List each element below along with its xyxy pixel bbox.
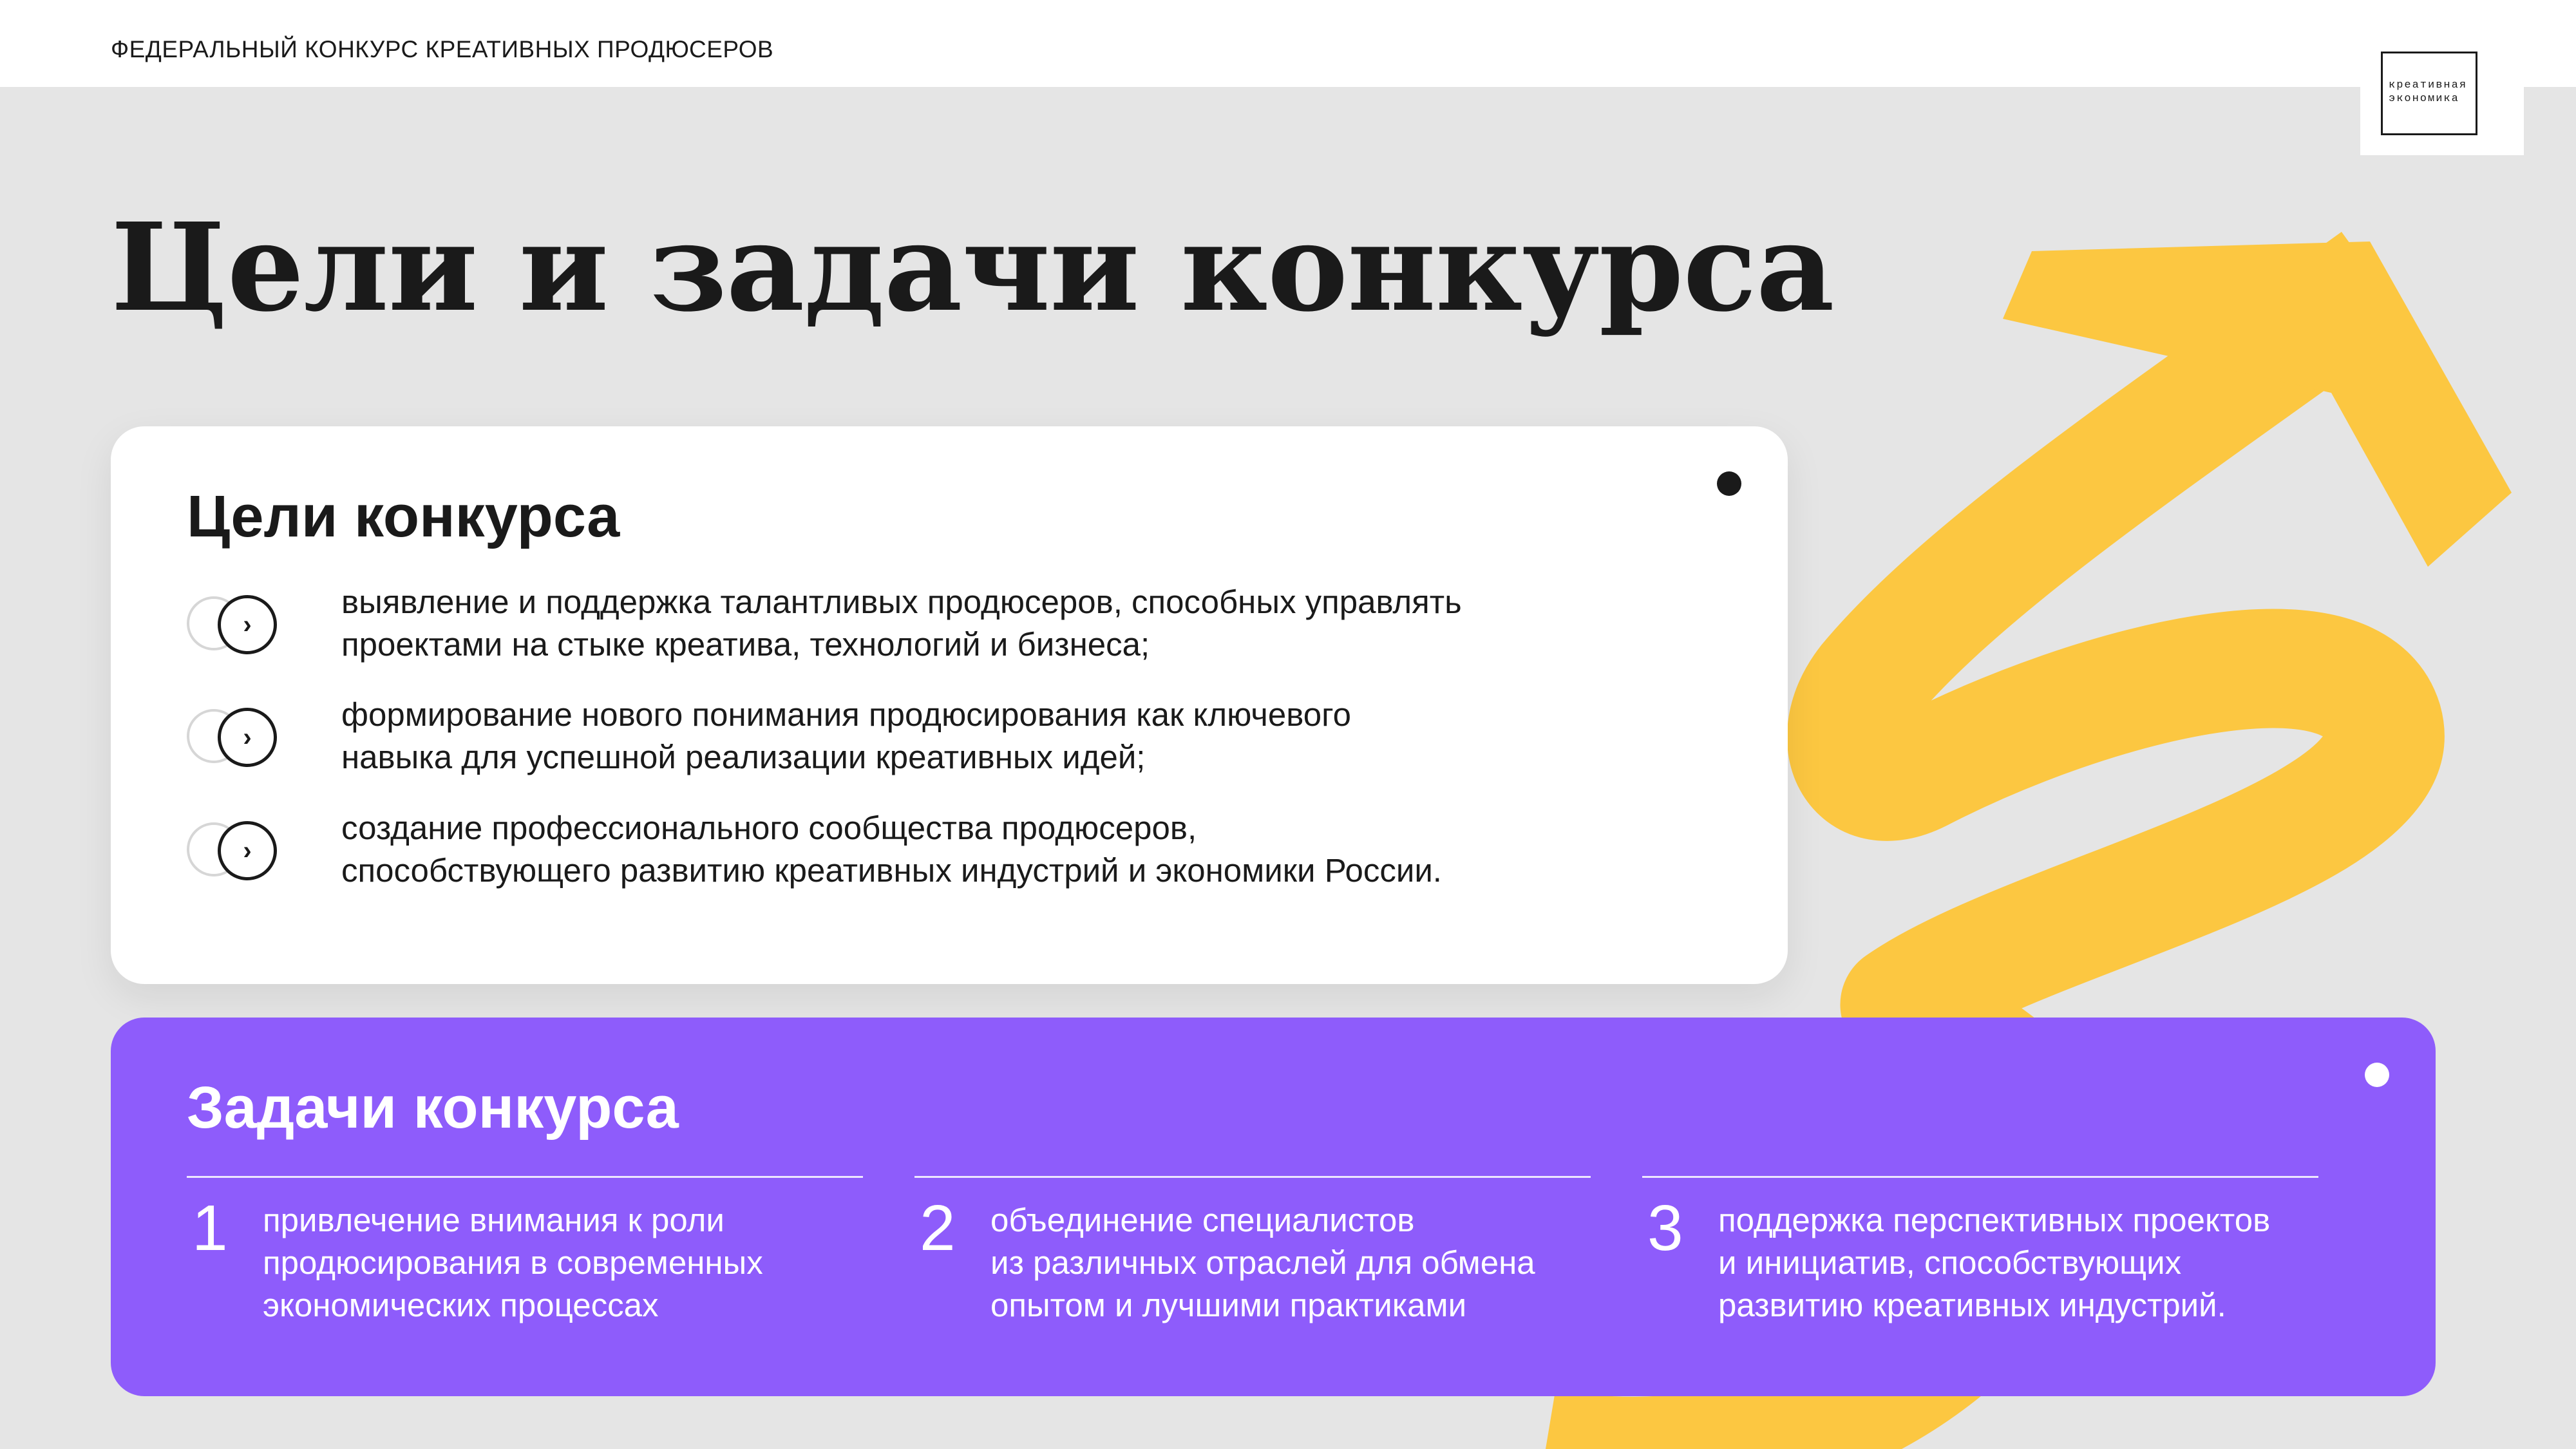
- task-text-line: и инициатив, способствующих: [1718, 1244, 2182, 1281]
- tasks-heading: Задачи конкурса: [187, 1075, 679, 1141]
- dot-icon: [1717, 471, 1741, 496]
- task-text-line: из различных отраслей для обмена: [990, 1244, 1535, 1281]
- goal-text-line: выявление и поддержка талантливых продюс…: [341, 583, 1462, 620]
- goals-heading: Цели конкурса: [187, 484, 620, 549]
- bullet-ring-front: ›: [218, 595, 277, 654]
- goal-text-line: навыка для успешной реализации креативны…: [341, 739, 1146, 775]
- dot-icon: [2365, 1063, 2389, 1087]
- bullet-ring-front: ›: [218, 821, 277, 880]
- task-text: привлечение внимания к роли продюсирован…: [263, 1199, 862, 1327]
- tasks-card: Задачи конкурса 1 привлечение внимания к…: [111, 1018, 2436, 1396]
- task-number: 2: [920, 1192, 956, 1264]
- goal-text-line: способствующего развитию креативных инду…: [341, 852, 1442, 889]
- task-text-line: привлечение внимания к роли: [263, 1202, 724, 1238]
- goal-text-line: создание профессионального сообщества пр…: [341, 810, 1197, 846]
- task-divider: [1642, 1176, 2318, 1178]
- task-text: поддержка перспективных проектов и иници…: [1718, 1199, 2317, 1327]
- chevron-right-icon: ›: [187, 594, 283, 656]
- goals-card: Цели конкурса › выявление и поддержка та…: [111, 426, 1788, 984]
- goal-text: создание профессионального сообщества пр…: [341, 807, 1726, 892]
- goal-text: формирование нового понимания продюсиров…: [341, 694, 1726, 779]
- task-text-line: поддержка перспективных проектов: [1718, 1202, 2271, 1238]
- task-number: 3: [1647, 1192, 1683, 1264]
- task-text-line: продюсирования в современных: [263, 1244, 763, 1281]
- task-text-line: развитию креативных индустрий.: [1718, 1287, 2226, 1323]
- task-text: объединение специалистов из различных от…: [990, 1199, 1589, 1327]
- task-text-line: объединение специалистов: [990, 1202, 1415, 1238]
- page-title: Цели и задачи конкурса: [111, 196, 1835, 339]
- task-divider: [187, 1176, 863, 1178]
- bullet-ring-front: ›: [218, 708, 277, 767]
- chevron-right-icon: ›: [187, 820, 283, 882]
- goal-text-line: формирование нового понимания продюсиров…: [341, 696, 1351, 733]
- goal-text-line: проектами на стыке креатива, технологий …: [341, 626, 1150, 663]
- goal-text: выявление и поддержка талантливых продюс…: [341, 581, 1726, 666]
- chevron-right-icon: ›: [187, 706, 283, 768]
- task-text-line: опытом и лучшими практиками: [990, 1287, 1467, 1323]
- task-number: 1: [192, 1192, 228, 1264]
- task-divider: [914, 1176, 1591, 1178]
- task-text-line: экономических процессах: [263, 1287, 659, 1323]
